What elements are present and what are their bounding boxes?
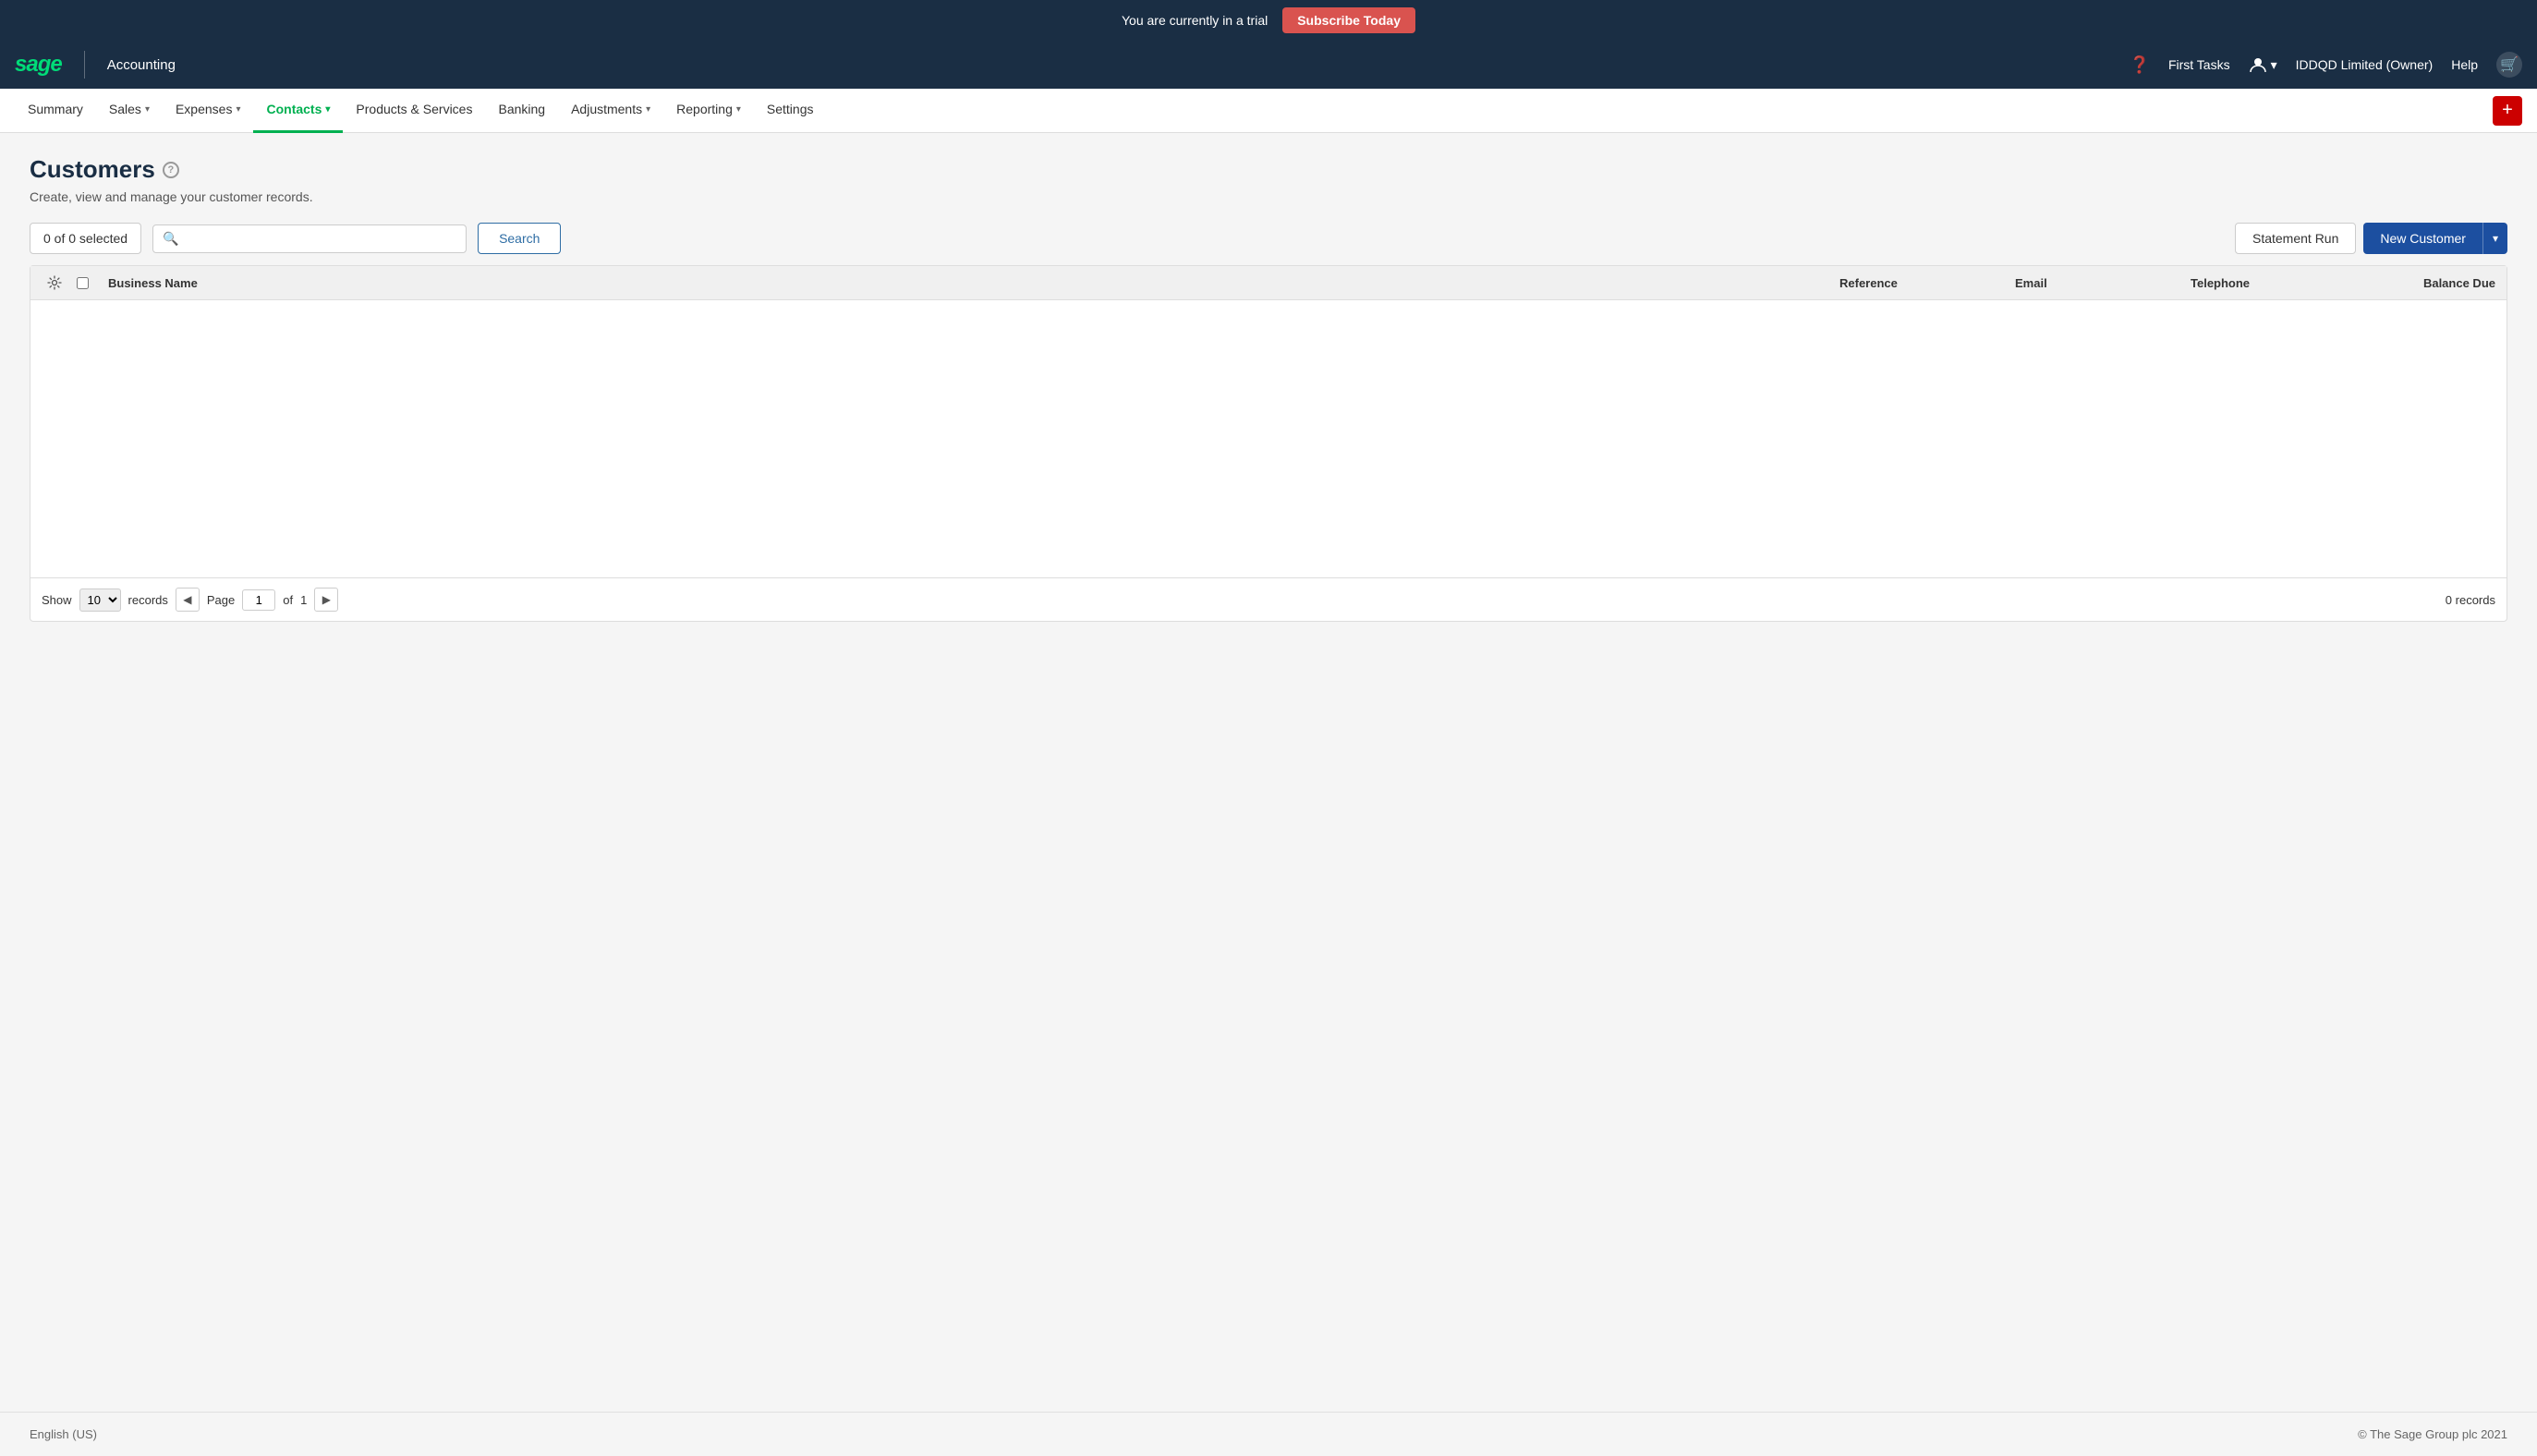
page-number-input[interactable] (242, 589, 275, 611)
customers-table: Business Name Reference Email Telephone … (30, 265, 2507, 622)
page-subtitle: Create, view and manage your customer re… (30, 189, 2507, 204)
top-navigation: sage Accounting ❓ First Tasks ▾ IDDQD Li… (0, 41, 2537, 89)
first-tasks-link[interactable]: First Tasks (2168, 57, 2230, 72)
nav-contacts[interactable]: Contacts ▾ (253, 89, 343, 133)
column-telephone: Telephone (2191, 276, 2357, 290)
add-button[interactable]: + (2493, 96, 2522, 126)
top-nav-right: ❓ First Tasks ▾ IDDQD Limited (Owner) He… (2130, 52, 2522, 78)
new-customer-dropdown-button[interactable]: ▾ (2482, 223, 2507, 254)
page-content: Customers ? Create, view and manage your… (0, 133, 2537, 1412)
selected-count-badge: 0 of 0 selected (30, 223, 141, 254)
nav-products-services[interactable]: Products & Services (343, 89, 485, 133)
contacts-dropdown-arrow: ▾ (325, 104, 330, 115)
nav-adjustments[interactable]: Adjustments ▾ (558, 89, 663, 133)
new-customer-button[interactable]: New Customer (2363, 223, 2482, 254)
column-reference: Reference (1839, 276, 2006, 290)
search-button[interactable]: Search (478, 223, 561, 254)
page-title-container: Customers ? (30, 155, 2507, 184)
sales-dropdown-arrow: ▾ (145, 104, 150, 115)
footer-language: English (US) (30, 1427, 97, 1441)
new-customer-group: New Customer ▾ (2363, 223, 2507, 254)
reporting-dropdown-arrow: ▾ (736, 104, 741, 115)
of-label: of (283, 593, 293, 607)
search-box: 🔍 (152, 224, 467, 253)
nav-banking[interactable]: Banking (485, 89, 558, 133)
table-body (30, 300, 2507, 577)
notification-icon[interactable]: 🛒 (2496, 52, 2522, 78)
records-per-page-select[interactable]: 10 25 50 (79, 588, 121, 612)
page-label: Page (207, 593, 235, 607)
show-label: Show (42, 593, 72, 607)
main-nav-right: + (2493, 96, 2522, 126)
company-name[interactable]: IDDQD Limited (Owner) (2296, 57, 2434, 72)
pagination-bar: Show 10 25 50 records ◀ Page of 1 ▶ 0 re… (30, 577, 2507, 621)
nav-summary[interactable]: Summary (15, 89, 96, 133)
search-input[interactable] (185, 231, 457, 246)
nav-reporting[interactable]: Reporting ▾ (663, 89, 754, 133)
user-icon[interactable]: ▾ (2249, 55, 2277, 74)
nav-settings[interactable]: Settings (754, 89, 827, 133)
toolbar-right: Statement Run New Customer ▾ (2235, 223, 2507, 254)
page-help-icon[interactable]: ? (163, 162, 179, 178)
statement-run-button[interactable]: Statement Run (2235, 223, 2356, 254)
records-count: 0 records (2446, 593, 2495, 607)
records-label: records (128, 593, 168, 607)
prev-page-button[interactable]: ◀ (176, 588, 200, 612)
footer-copyright: © The Sage Group plc 2021 (2358, 1427, 2507, 1441)
subscribe-button[interactable]: Subscribe Today (1282, 7, 1415, 33)
toolbar: 0 of 0 selected 🔍 Search Statement Run N… (30, 223, 2507, 254)
nav-divider (84, 51, 85, 79)
nav-sales[interactable]: Sales ▾ (96, 89, 163, 133)
search-icon: 🔍 (163, 231, 178, 247)
select-all-checkbox-input[interactable] (77, 277, 89, 289)
help-link[interactable]: Help (2451, 57, 2478, 72)
adjustments-dropdown-arrow: ▾ (646, 104, 650, 115)
column-settings-icon[interactable] (42, 275, 67, 290)
trial-banner: You are currently in a trial Subscribe T… (0, 0, 2537, 41)
sage-logo: sage (15, 52, 62, 78)
select-all-checkbox[interactable] (77, 277, 99, 289)
trial-message: You are currently in a trial (1122, 13, 1268, 28)
expenses-dropdown-arrow: ▾ (236, 104, 240, 115)
column-business-name: Business Name (108, 276, 1830, 290)
total-pages: 1 (300, 593, 307, 607)
app-name: Accounting (107, 57, 176, 73)
help-circle-icon: ❓ (2130, 55, 2150, 75)
column-balance-due: Balance Due (2366, 276, 2495, 290)
column-email: Email (2015, 276, 2181, 290)
table-header: Business Name Reference Email Telephone … (30, 266, 2507, 300)
page-title: Customers (30, 155, 155, 184)
footer: English (US) © The Sage Group plc 2021 (0, 1412, 2537, 1456)
nav-expenses[interactable]: Expenses ▾ (163, 89, 254, 133)
next-page-button[interactable]: ▶ (314, 588, 338, 612)
main-navigation: Summary Sales ▾ Expenses ▾ Contacts ▾ Pr… (0, 89, 2537, 133)
